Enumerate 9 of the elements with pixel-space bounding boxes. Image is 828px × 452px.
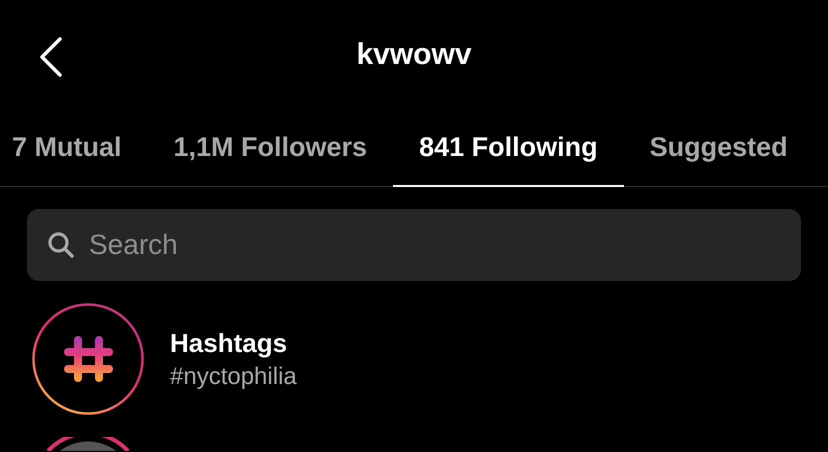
- tab[interactable]: 841 Following: [393, 110, 624, 187]
- tab[interactable]: 7 Mutual: [0, 110, 148, 187]
- list-item-subtitle: #nyctophilia: [170, 362, 297, 390]
- search-field[interactable]: Search: [27, 209, 801, 281]
- hashtag-avatar-icon[interactable]: [32, 303, 144, 415]
- profile-username: kvwowv: [356, 38, 472, 72]
- list-item-title[interactable]: Hashtags: [170, 328, 297, 358]
- tab[interactable]: Suggested: [624, 110, 814, 187]
- tab[interactable]: 1,1M Followers: [148, 110, 394, 187]
